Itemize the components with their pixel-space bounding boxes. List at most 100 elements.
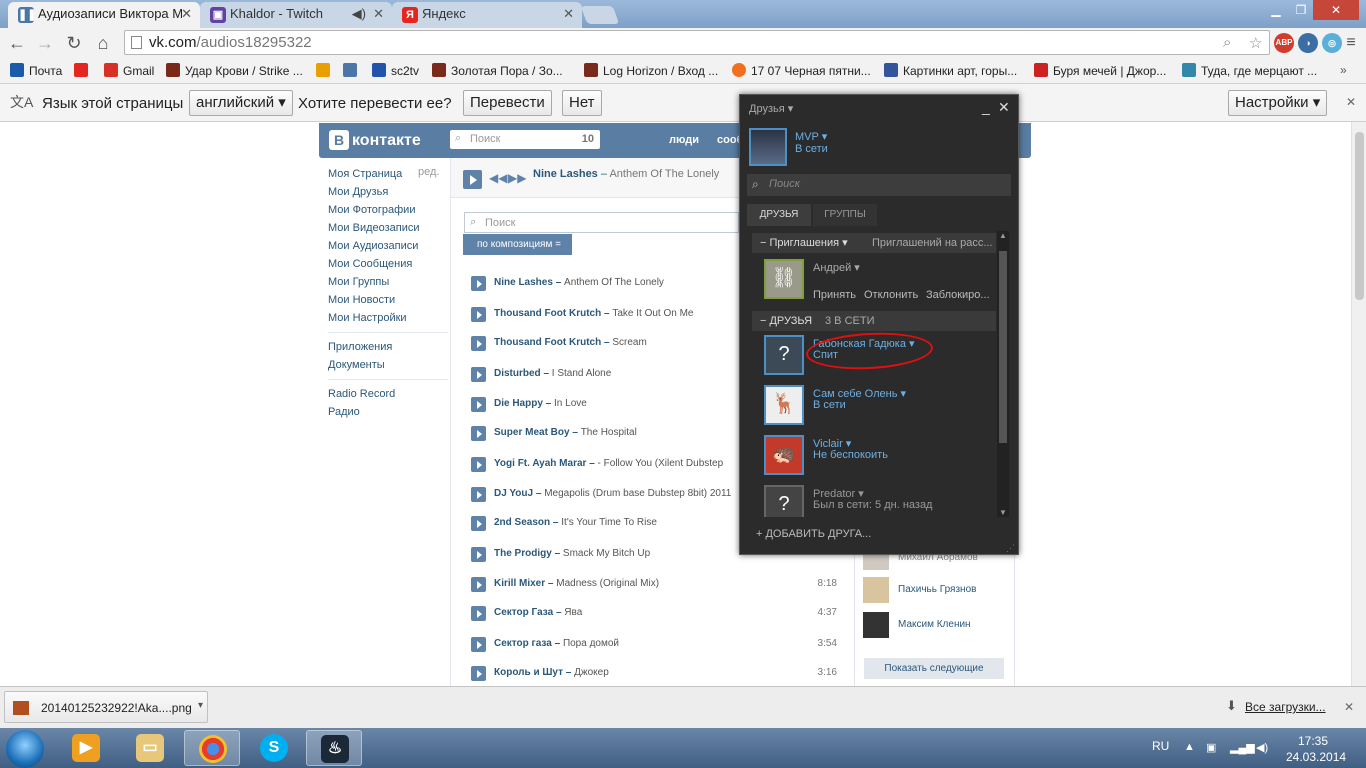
taskbar-chrome[interactable] [184,730,240,766]
tray-app-icon[interactable]: ▣ [1206,741,1216,754]
sidebar-item-videos[interactable]: Мои Видеозаписи [328,219,448,237]
tab-groups[interactable]: ГРУППЫ [813,204,877,226]
friends-search-input[interactable]: ⌕ Поиск [747,174,1011,196]
taskbar-steam[interactable]: ♨ [306,730,362,766]
play-icon[interactable] [471,606,486,621]
close-tab-icon[interactable]: ✕ [373,2,384,26]
play-icon[interactable] [471,457,486,472]
bookmark-item[interactable]: Туда, где мерцают ... [1182,63,1317,78]
scrollbar-thumb[interactable] [1355,132,1364,300]
adblock-icon[interactable]: ABP [1274,33,1294,53]
clock-time[interactable]: 17:35 [1298,734,1328,748]
minimize-icon[interactable]: _ [982,99,990,115]
play-icon[interactable] [463,170,482,189]
bookmark-item[interactable]: sc2tv [372,63,419,78]
decline-button[interactable]: Отклонить [864,289,918,301]
sort-by-tracks-button[interactable]: по композициям = [463,234,572,255]
clock-date[interactable]: 24.03.2014 [1286,750,1346,764]
show-next-button[interactable]: Показать следующие [864,658,1004,679]
taskbar-explorer[interactable]: ▭ [122,730,178,766]
play-icon[interactable] [471,336,486,351]
translate-button[interactable]: Перевести [463,90,552,116]
tray-arrow-icon[interactable]: ▲ [1184,741,1195,753]
keyboard-language[interactable]: RU [1152,739,1169,753]
bookmark-item[interactable]: 17 07 Черная пятни... [732,63,871,78]
chevron-down-icon[interactable]: ▾ [198,700,203,711]
more-bookmarks-icon[interactable]: » [1340,63,1347,77]
next-icon[interactable]: ▶▶ [508,171,526,185]
sidebar-item-docs[interactable]: Документы [328,356,448,374]
window-close-icon[interactable]: ✕ [1313,0,1359,20]
header-link-people[interactable]: люди [669,134,699,146]
window-minimize-icon[interactable]: ▁ [1263,0,1289,20]
track-row[interactable]: Kirill Mixer – Madness (Original Mix) 8:1… [471,575,841,595]
back-arrow-icon[interactable]: ← [6,32,28,54]
taskbar-skype[interactable]: S [246,730,302,766]
scroll-down-icon[interactable]: ▼ [999,508,1007,517]
menu-icon[interactable]: ≡ [1340,32,1362,54]
bookmark-item[interactable] [74,63,93,78]
tab-yandex[interactable]: Я Яндекс ✕ [392,2,582,28]
close-tab-icon[interactable]: ✕ [181,2,192,26]
extension-icon[interactable]: ◎ [1322,33,1342,53]
show-all-downloads-link[interactable]: Все загрузки... [1245,700,1326,714]
bookmark-item[interactable]: Удар Крови / Strike ... [166,63,303,78]
tab-twitch[interactable]: ▣ Khaldor - Twitch ◀) ✕ [200,2,392,28]
resize-grip-icon[interactable]: ⋰ [1006,543,1015,554]
play-icon[interactable] [471,276,486,291]
invites-group-header[interactable]: − Приглашения ▾ Приглашений на расс... [752,233,996,253]
sidebar-item-friends[interactable]: Мои Друзья [328,183,448,201]
steam-extension-icon[interactable]: ◑ [1298,33,1318,53]
play-icon[interactable] [471,577,486,592]
friend-item[interactable]: Максим Кленин [863,612,1013,638]
play-icon[interactable] [471,637,486,652]
network-signal-icon[interactable]: ▂▄▆ [1230,741,1255,754]
track-row[interactable]: Сектор газа – Пора домой 3:54 [471,635,841,655]
sidebar-item-my-page[interactable]: Моя Страница [328,165,448,183]
sidebar-item-settings[interactable]: Мои Настройки [328,309,448,327]
friend-item[interactable]: Пахичьь Грязнов [863,577,1013,603]
sidebar-item-apps[interactable]: Приложения [328,338,448,356]
star-icon[interactable]: ☆ [1249,34,1262,52]
play-icon[interactable] [471,307,486,322]
scrollbar-thumb[interactable] [999,251,1007,443]
forward-arrow-icon[interactable]: → [34,32,56,54]
reload-icon[interactable]: ↻ [63,32,85,54]
bookmark-item[interactable]: Почта [10,63,62,78]
friend-item[interactable]: 🦔 Viclair ▾ Не беспокоить [752,431,996,477]
page-scrollbar[interactable] [1351,122,1366,686]
bookmark-item[interactable]: Золотая Пора / Зо... [432,63,563,78]
settings-button[interactable]: Настройки ▾ [1228,90,1328,116]
friend-item[interactable]: 🦌 Сам себе Олень ▾ В сети [752,381,996,427]
vk-search-input[interactable]: ⌕ Поиск 10 [450,130,600,149]
my-name[interactable]: MVP ▾ [795,130,827,143]
friends-group-header[interactable]: − ДРУЗЬЯ 3 В СЕТИ [752,311,996,331]
play-icon[interactable] [471,367,486,382]
friend-item[interactable]: ? Predator ▾ Был в сети: 5 дн. назад [752,481,996,517]
add-friend-button[interactable]: + ДОБАВИТЬ ДРУГА... [756,528,871,540]
play-icon[interactable] [471,397,486,412]
download-item[interactable]: 20140125232922!Aka....png ▾ [4,691,208,723]
sidebar-item-audios[interactable]: Мои Аудиозаписи [328,237,448,255]
sent-invites-label[interactable]: Приглашений на расс... [872,233,993,253]
friends-scrollbar[interactable]: ▲ ▼ [997,231,1009,517]
play-icon[interactable] [471,426,486,441]
invite-item[interactable]: ⛓ Андрей ▾ Принять Отклонить Заблокиро..… [752,255,996,307]
address-bar[interactable]: vk.com/audios18295322 ⌕ ☆ [124,30,1270,55]
close-icon[interactable]: ✕ [1344,700,1354,714]
taskbar-media-player[interactable]: ▶ [58,730,114,766]
sidebar-item-messages[interactable]: Мои Сообщения [328,255,448,273]
track-row[interactable]: Сектор Газа – Ява 4:37 [471,604,841,624]
close-icon[interactable]: ✕ [1346,95,1356,109]
bookmark-item[interactable]: Log Horizon / Вход ... [584,63,718,78]
window-restore-icon[interactable]: ❐ [1289,0,1313,20]
audio-search-input[interactable]: ⌕ Поиск [464,212,739,233]
accept-button[interactable]: Принять [813,289,856,301]
tab-friends[interactable]: ДРУЗЬЯ [747,204,811,226]
windows-start-icon[interactable] [6,730,44,768]
language-select[interactable]: английский ▾ [189,90,293,116]
play-icon[interactable] [471,547,486,562]
track-row[interactable]: Король и Шут – Джокер 3:16 [471,664,841,684]
tab-vk-audio[interactable]: ❚❚ Аудиозаписи Виктора М ✕ [8,2,200,28]
bookmark-item[interactable] [316,63,335,78]
